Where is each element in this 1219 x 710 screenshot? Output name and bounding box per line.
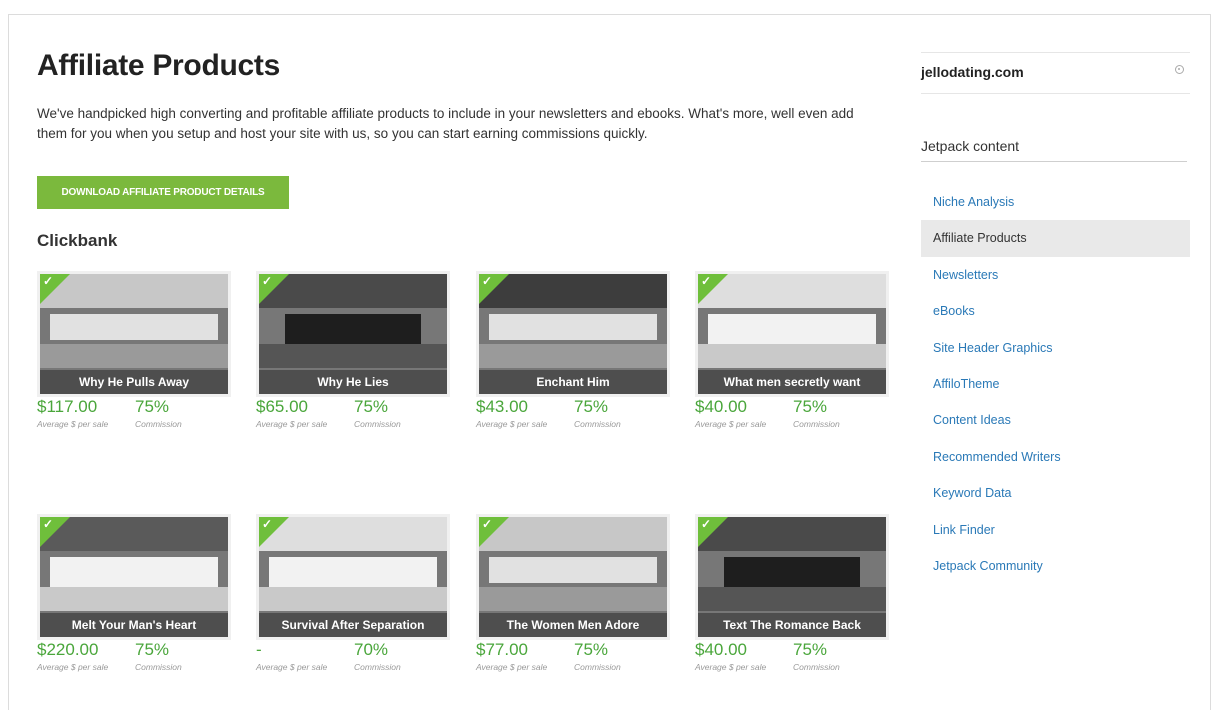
check-mark-icon: ✓ <box>262 274 273 288</box>
product-name: Why He Pulls Away <box>40 370 228 394</box>
sidebar-item-affiliate-products[interactable]: Affiliate Products <box>921 220 1190 257</box>
product-stats: $40.00 75% Average $ per sale Commission <box>695 640 895 676</box>
commission-label: Commission <box>135 662 182 672</box>
sidebar-item-jetpack-community[interactable]: Jetpack Community <box>921 548 1190 584</box>
product-name: The Women Men Adore <box>479 613 667 637</box>
commission-label: Commission <box>354 662 401 672</box>
commission-label: Commission <box>354 419 401 429</box>
sidebar-divider <box>921 161 1187 162</box>
intro-text: We've handpicked high converting and pro… <box>37 106 854 141</box>
product-price: - <box>256 640 262 659</box>
product-name: Why He Lies <box>259 370 447 394</box>
sidebar-menu: Niche Analysis Affiliate Products Newsle… <box>921 184 1190 584</box>
gear-icon[interactable] <box>1175 65 1184 74</box>
product-stats: $77.00 75% Average $ per sale Commission <box>476 640 676 676</box>
check-mark-icon: ✓ <box>262 517 273 531</box>
price-label: Average $ per sale <box>256 662 328 672</box>
page-title: Affiliate Products <box>37 49 280 82</box>
product-price: $40.00 <box>695 640 747 659</box>
product-thumbnail[interactable]: ✓ What men secretly want <box>695 271 889 397</box>
product-thumbnail[interactable]: ✓ Survival After Separation <box>256 514 450 640</box>
product-commission: 75% <box>793 397 828 416</box>
commission-label: Commission <box>793 419 840 429</box>
check-mark-icon: ✓ <box>482 274 493 288</box>
product-thumbnail[interactable]: ✓ Why He Pulls Away <box>37 271 231 397</box>
price-label: Average $ per sale <box>476 419 548 429</box>
product-commission: 75% <box>354 397 389 416</box>
product-stats: $220.00 75% Average $ per sale Commissio… <box>37 640 237 676</box>
section-title-clickbank: Clickbank <box>37 231 118 250</box>
price-label: Average $ per sale <box>37 662 109 672</box>
sidebar-item-newsletters[interactable]: Newsletters <box>921 257 1190 293</box>
commission-label: Commission <box>135 419 182 429</box>
sidebar-item-content-ideas[interactable]: Content Ideas <box>921 402 1190 438</box>
sidebar-item-affilotheme[interactable]: AffiloTheme <box>921 366 1190 402</box>
product-commission: 75% <box>135 640 170 659</box>
sidebar-heading: Jetpack content <box>921 138 1020 154</box>
product-commission: 75% <box>793 640 828 659</box>
sidebar-item-link-finder[interactable]: Link Finder <box>921 512 1190 548</box>
product-thumbnail[interactable]: ✓ The Women Men Adore <box>476 514 670 640</box>
product-commission: 75% <box>135 397 170 416</box>
sidebar-item-keyword-data[interactable]: Keyword Data <box>921 475 1190 511</box>
product-thumbnail[interactable]: ✓ Enchant Him <box>476 271 670 397</box>
sidebar-item-ebooks[interactable]: eBooks <box>921 293 1190 329</box>
product-price: $40.00 <box>695 397 747 416</box>
price-label: Average $ per sale <box>256 419 328 429</box>
product-stats: - 70% Average $ per sale Commission <box>256 640 456 676</box>
price-label: Average $ per sale <box>695 419 767 429</box>
product-price: $77.00 <box>476 640 528 659</box>
product-price: $117.00 <box>37 397 98 416</box>
commission-label: Commission <box>574 419 621 429</box>
product-thumbnail[interactable]: ✓ Melt Your Man's Heart <box>37 514 231 640</box>
product-stats: $117.00 75% Average $ per sale Commissio… <box>37 397 237 433</box>
commission-label: Commission <box>574 662 621 672</box>
product-name: Melt Your Man's Heart <box>40 613 228 637</box>
product-stats: $40.00 75% Average $ per sale Commission <box>695 397 895 433</box>
product-stats: $65.00 75% Average $ per sale Commission <box>256 397 456 433</box>
commission-label: Commission <box>793 662 840 672</box>
price-label: Average $ per sale <box>695 662 767 672</box>
product-commission: 70% <box>354 640 389 659</box>
main-content: Affiliate Products We've handpicked high… <box>37 46 889 672</box>
product-price: $65.00 <box>256 397 308 416</box>
product-price: $43.00 <box>476 397 528 416</box>
product-commission: 75% <box>574 640 609 659</box>
product-price: $220.00 <box>37 640 99 659</box>
check-mark-icon: ✓ <box>701 517 712 531</box>
product-name: Survival After Separation <box>259 613 447 637</box>
price-label: Average $ per sale <box>476 662 548 672</box>
product-name: Text The Romance Back <box>698 613 886 637</box>
product-commission: 75% <box>574 397 609 416</box>
check-mark-icon: ✓ <box>43 274 54 288</box>
sidebar-item-niche-analysis[interactable]: Niche Analysis <box>921 184 1190 220</box>
product-name: Enchant Him <box>479 370 667 394</box>
site-selector[interactable]: jellodating.com <box>921 52 1190 94</box>
product-name: What men secretly want <box>698 370 886 394</box>
price-label: Average $ per sale <box>37 419 109 429</box>
sidebar-item-recommended-writers[interactable]: Recommended Writers <box>921 439 1190 475</box>
check-mark-icon: ✓ <box>482 517 493 531</box>
sidebar-item-site-header-graphics[interactable]: Site Header Graphics <box>921 330 1190 366</box>
site-name: jellodating.com <box>921 64 1024 80</box>
product-stats: $43.00 75% Average $ per sale Commission <box>476 397 676 433</box>
download-affiliate-details-button[interactable]: DOWNLOAD AFFILIATE PRODUCT DETAILS <box>37 176 289 209</box>
product-thumbnail[interactable]: ✓ Text The Romance Back <box>695 514 889 640</box>
check-mark-icon: ✓ <box>701 274 712 288</box>
check-mark-icon: ✓ <box>43 517 54 531</box>
product-thumbnail[interactable]: ✓ Why He Lies <box>256 271 450 397</box>
